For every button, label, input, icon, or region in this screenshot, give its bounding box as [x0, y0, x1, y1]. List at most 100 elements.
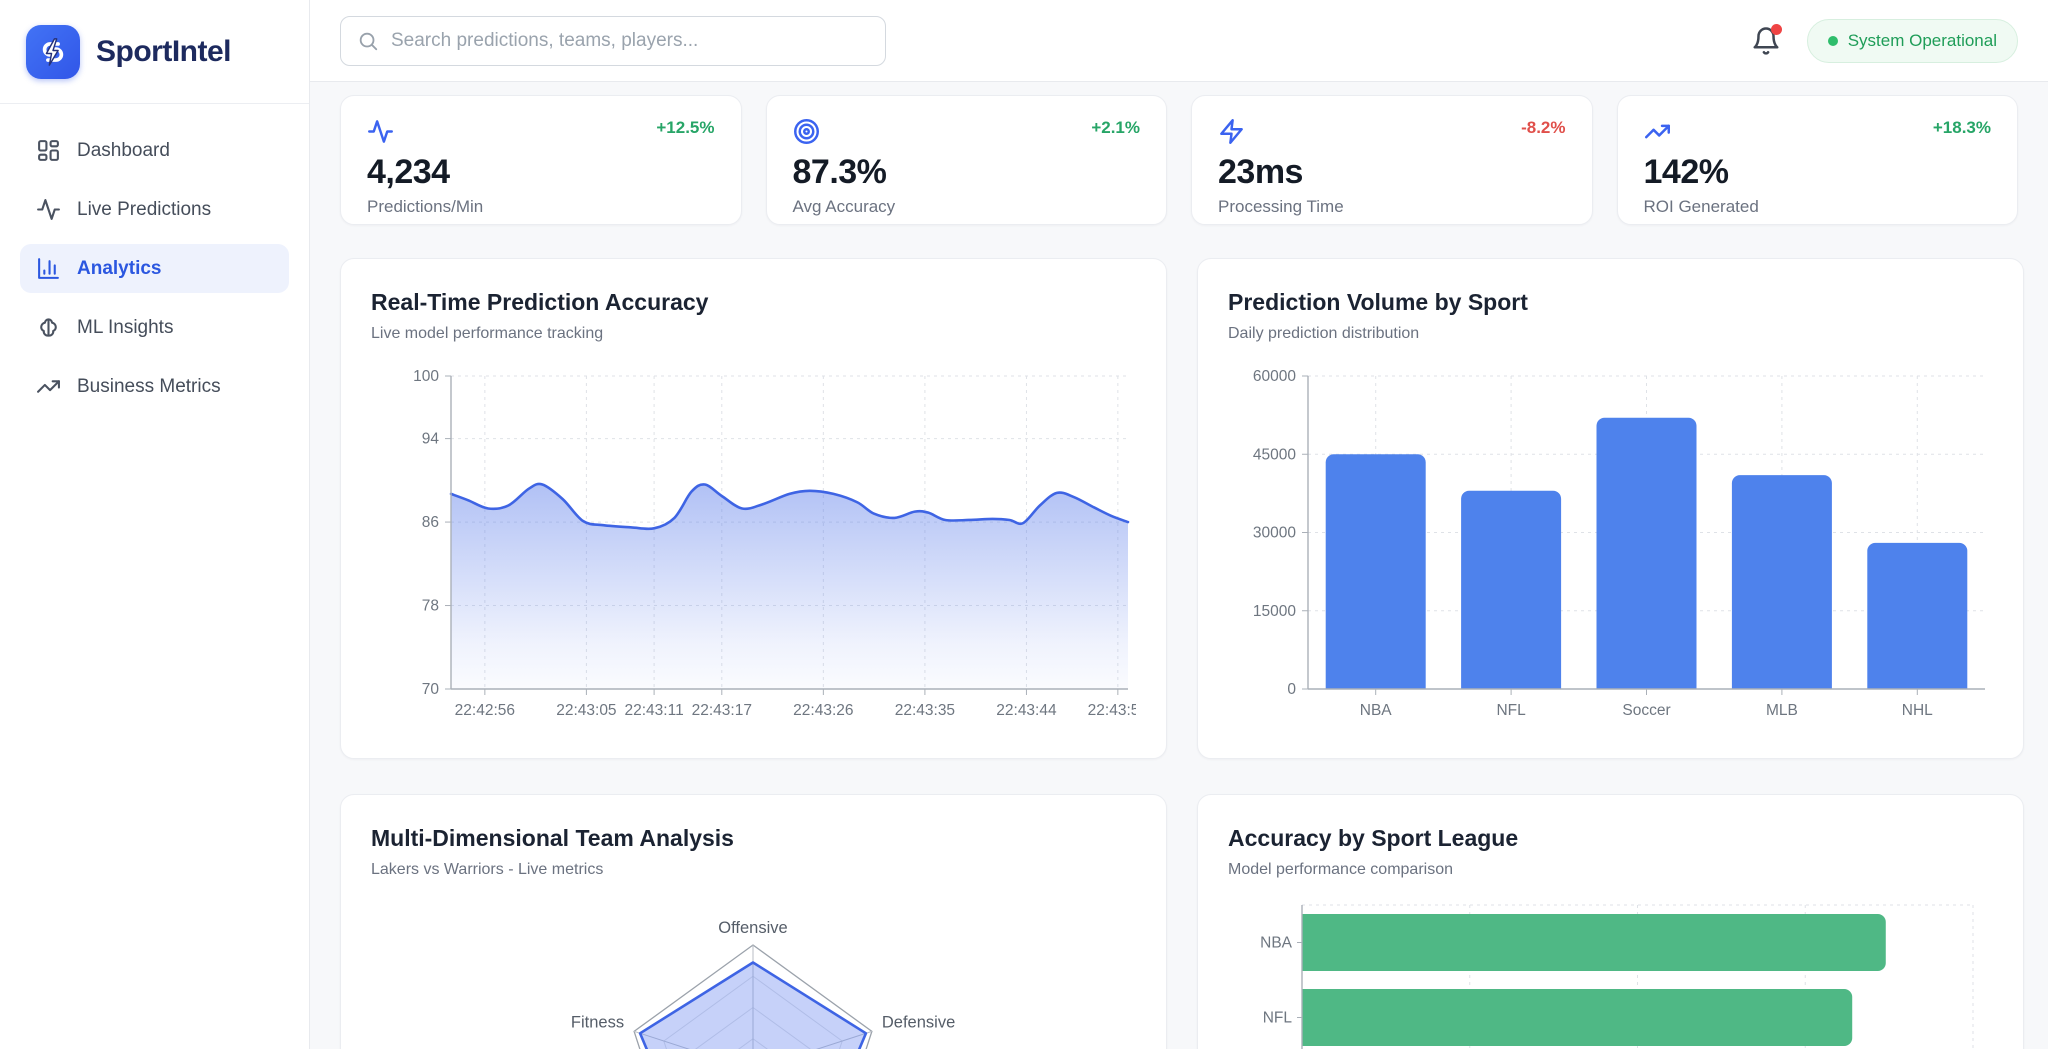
svg-text:45000: 45000 [1253, 446, 1296, 463]
accuracy-line-chart: 100 94 86 78 70 22:42:56 22:43:05 22:43:11 22:43… [371, 361, 1136, 723]
sidebar-item-label: Analytics [77, 258, 161, 280]
topbar: System Operational [310, 0, 2048, 82]
sidebar-item-analytics[interactable]: Analytics [20, 244, 289, 293]
activity-icon [367, 118, 394, 145]
search-box [340, 16, 886, 66]
chart-title: Multi-Dimensional Team Analysis [371, 825, 1136, 852]
team-radar-chart: Offensive Defensive Fitness [371, 897, 1136, 1049]
stat-change: +18.3% [1933, 118, 1991, 138]
svg-text:22:43:53: 22:43:53 [1088, 702, 1136, 719]
stat-value: 4,234 [367, 153, 715, 192]
stat-change: -8.2% [1521, 118, 1565, 138]
sidebar-item-dashboard[interactable]: Dashboard [20, 126, 289, 175]
sidebar-item-ml-insights[interactable]: ML Insights [20, 303, 289, 352]
sidebar-item-label: Dashboard [77, 140, 170, 162]
stat-card-avg-accuracy: +2.1% 87.3% Avg Accuracy [766, 95, 1168, 225]
activity-icon [36, 197, 61, 222]
main-area: System Operational +12.5% 4,234 Predicti… [310, 0, 2048, 1049]
brand-name: SportIntel [96, 35, 231, 69]
search-input[interactable] [391, 30, 869, 52]
svg-text:22:43:05: 22:43:05 [556, 702, 616, 719]
sidebar-item-live-predictions[interactable]: Live Predictions [20, 185, 289, 234]
svg-text:0: 0 [1287, 681, 1296, 698]
svg-text:Offensive: Offensive [718, 919, 787, 937]
system-status-badge: System Operational [1807, 19, 2018, 63]
bar-chart-icon [36, 256, 61, 281]
status-label: System Operational [1848, 31, 1997, 51]
stat-card-processing-time: -8.2% 23ms Processing Time [1191, 95, 1593, 225]
notifications-button[interactable] [1751, 26, 1781, 56]
svg-text:NHL: NHL [1902, 702, 1933, 719]
svg-text:Fitness: Fitness [571, 1013, 624, 1031]
stat-change: +12.5% [656, 118, 714, 138]
stat-value: 23ms [1218, 153, 1566, 192]
svg-text:NFL: NFL [1263, 1010, 1293, 1027]
dashboard-icon [36, 138, 61, 163]
sidebar: SportIntel Dashboard Live Predictions An… [0, 0, 310, 1049]
svg-text:Soccer: Soccer [1622, 702, 1670, 719]
svg-text:Defensive: Defensive [882, 1013, 955, 1031]
trending-up-icon [36, 374, 61, 399]
volume-bar-chart: 0 15000 30000 45000 60000 NBA NFL Soccer MLB NHL [1228, 361, 1993, 723]
stat-label: Avg Accuracy [793, 197, 1141, 217]
brain-icon [36, 315, 61, 340]
sidebar-nav: Dashboard Live Predictions Analytics ML … [0, 104, 309, 433]
svg-text:22:43:17: 22:43:17 [692, 702, 752, 719]
brand-header: SportIntel [0, 0, 309, 104]
svg-text:70: 70 [422, 681, 440, 698]
svg-text:22:43:11: 22:43:11 [625, 702, 684, 719]
svg-text:22:43:26: 22:43:26 [793, 702, 853, 719]
svg-text:NBA: NBA [1260, 935, 1293, 952]
stat-value: 87.3% [793, 153, 1141, 192]
chart-subtitle: Daily prediction distribution [1228, 325, 1993, 343]
league-accuracy-bar-chart: NBA NFL [1228, 897, 1993, 1049]
svg-text:94: 94 [422, 431, 440, 448]
notification-badge [1771, 24, 1782, 35]
card-league-accuracy: Accuracy by Sport League Model performan… [1197, 794, 2024, 1049]
chart-subtitle: Live model performance tracking [371, 325, 1136, 343]
zap-icon [1218, 118, 1245, 145]
svg-text:NBA: NBA [1360, 702, 1393, 719]
svg-text:30000: 30000 [1253, 525, 1296, 542]
sidebar-item-label: ML Insights [77, 317, 173, 339]
stat-label: Predictions/Min [367, 197, 715, 217]
stat-label: Processing Time [1218, 197, 1566, 217]
chart-title: Real-Time Prediction Accuracy [371, 289, 1136, 316]
charts-row-1: Real-Time Prediction Accuracy Live model… [340, 258, 2018, 759]
stat-card-predictions-per-min: +12.5% 4,234 Predictions/Min [340, 95, 742, 225]
svg-text:22:43:35: 22:43:35 [895, 702, 955, 719]
sportintel-logo-icon [26, 25, 80, 79]
card-realtime-accuracy: Real-Time Prediction Accuracy Live model… [340, 258, 1167, 759]
svg-text:22:42:56: 22:42:56 [455, 702, 515, 719]
stats-row: +12.5% 4,234 Predictions/Min +2.1% 87.3%… [340, 95, 2018, 225]
charts-row-2: Multi-Dimensional Team Analysis Lakers v… [340, 794, 2018, 1049]
svg-text:NFL: NFL [1496, 702, 1526, 719]
stat-card-roi-generated: +18.3% 142% ROI Generated [1617, 95, 2019, 225]
card-volume-by-sport: Prediction Volume by Sport Daily predict… [1197, 258, 2024, 759]
topbar-right: System Operational [1751, 19, 2018, 63]
svg-text:MLB: MLB [1766, 702, 1798, 719]
stat-value: 142% [1644, 153, 1992, 192]
svg-text:86: 86 [422, 514, 439, 531]
trending-up-icon [1644, 118, 1671, 145]
svg-text:60000: 60000 [1253, 368, 1296, 385]
search-icon [357, 30, 379, 52]
chart-title: Prediction Volume by Sport [1228, 289, 1993, 316]
sidebar-item-label: Live Predictions [77, 199, 211, 221]
stat-label: ROI Generated [1644, 197, 1992, 217]
svg-text:78: 78 [422, 598, 439, 615]
target-icon [793, 118, 820, 145]
stat-change: +2.1% [1091, 118, 1140, 138]
chart-subtitle: Model performance comparison [1228, 861, 1993, 879]
sidebar-item-business-metrics[interactable]: Business Metrics [20, 362, 289, 411]
chart-subtitle: Lakers vs Warriors - Live metrics [371, 861, 1136, 879]
card-team-radar: Multi-Dimensional Team Analysis Lakers v… [340, 794, 1167, 1049]
status-dot-icon [1828, 36, 1838, 46]
chart-title: Accuracy by Sport League [1228, 825, 1993, 852]
svg-text:22:43:44: 22:43:44 [996, 702, 1057, 719]
sidebar-item-label: Business Metrics [77, 376, 221, 398]
content: +12.5% 4,234 Predictions/Min +2.1% 87.3%… [310, 82, 2048, 1049]
svg-text:100: 100 [413, 368, 439, 385]
app-root: SportIntel Dashboard Live Predictions An… [0, 0, 2048, 1049]
svg-text:15000: 15000 [1253, 603, 1296, 620]
